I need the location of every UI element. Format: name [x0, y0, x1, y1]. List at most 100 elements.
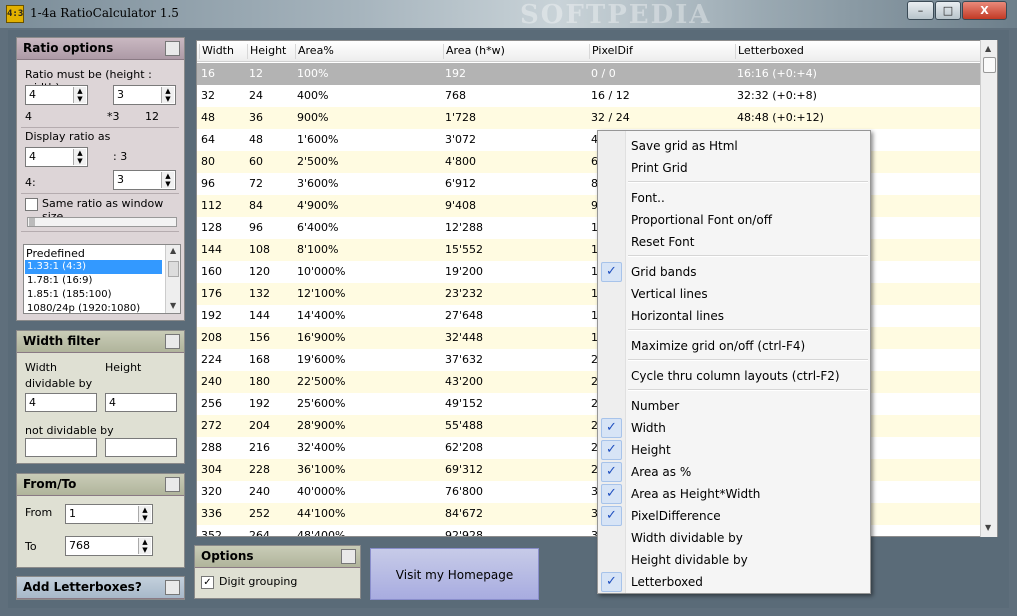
menu-item-save-grid-as-html[interactable]: Save grid as Html — [631, 139, 738, 153]
table-row[interactable]: 32 24 400% 768 16 / 12 32:32 (+0:+8) — [197, 85, 980, 107]
width-dividable-input[interactable]: 4 — [25, 393, 97, 412]
menu-item-area-as[interactable]: Area as % — [631, 465, 691, 479]
table-cell: 60 — [249, 155, 263, 168]
maximize-button[interactable]: □ — [935, 1, 961, 20]
column-header[interactable]: Area% — [295, 44, 334, 59]
menu-item-reset-font[interactable]: Reset Font — [631, 235, 694, 249]
menu-item-number[interactable]: Number — [631, 399, 679, 413]
column-header[interactable]: Letterboxed — [735, 44, 804, 59]
calc-c: 12 — [145, 110, 159, 123]
table-cell: 252 — [249, 507, 270, 520]
menu-item-horizontal-lines[interactable]: Horizontal lines — [631, 309, 724, 323]
menu-item-pixeldifference[interactable]: PixelDifference — [631, 509, 721, 523]
spinner-arrows-icon[interactable]: ▲ ▼ — [73, 87, 86, 103]
ratio-height-spinner[interactable]: 4 ▲ ▼ — [25, 85, 88, 105]
visit-homepage-button[interactable]: Visit my Homepage — [370, 548, 539, 600]
predefined-listbox[interactable]: Predefined 1.33:1 (4:3) 1.78:1 (16:9) 1.85… — [23, 244, 181, 314]
ratio-width-spinner[interactable]: 3 ▲ ▼ — [113, 85, 176, 105]
spinner-arrows-icon[interactable]: ▲ ▼ — [73, 149, 86, 165]
column-header[interactable]: PixelDif — [589, 44, 633, 59]
table-cell: 272 — [201, 419, 222, 432]
spinner-arrows-icon[interactable]: ▲ ▼ — [138, 506, 151, 522]
height-not-dividable-input[interactable] — [105, 438, 177, 457]
from-to-collapse-checkbox[interactable] — [165, 477, 180, 492]
table-cell: 48 — [249, 133, 263, 146]
table-cell: 72 — [249, 177, 263, 190]
table-cell: 208 — [201, 331, 222, 344]
table-cell: 19'200 — [445, 265, 484, 278]
table-cell: 400% — [297, 89, 329, 102]
menu-item-letterboxed[interactable]: Letterboxed — [631, 575, 703, 589]
minimize-button[interactable]: – — [907, 1, 934, 20]
ratio-slider[interactable] — [27, 217, 177, 227]
menu-item-proportional-font-on-off[interactable]: Proportional Font on/off — [631, 213, 772, 227]
table-cell: 176 — [201, 287, 222, 300]
table-row[interactable]: 48 36 900% 1'728 32 / 24 48:48 (+0:+12) — [197, 107, 980, 129]
predefined-item[interactable]: 1080/24p (1920:1080) — [25, 302, 162, 313]
grid-scrollbar[interactable]: ▲ ▼ — [980, 40, 997, 537]
table-cell: 16:16 (+0:+4) — [737, 67, 817, 80]
menu-item-area-as-height-width[interactable]: Area as Height*Width — [631, 487, 760, 501]
menu-item-maximize-grid-on-off-ctrl-f4[interactable]: Maximize grid on/off (ctrl-F4) — [631, 339, 805, 353]
menu-item-print-grid[interactable]: Print Grid — [631, 161, 688, 175]
table-cell: 180 — [249, 375, 270, 388]
table-row[interactable]: 16 12 100% 192 0 / 0 16:16 (+0:+4) — [197, 63, 980, 85]
digit-grouping-checkbox[interactable]: ✓ — [201, 576, 214, 589]
calc-a: 4 — [25, 110, 32, 123]
same-ratio-checkbox[interactable] — [25, 198, 38, 211]
close-button[interactable]: X — [962, 1, 1007, 20]
width-not-dividable-input[interactable] — [25, 438, 97, 457]
display-ratio-spinner[interactable]: 4 ▲ ▼ — [25, 147, 88, 167]
to-spinner[interactable]: 768 ▲ ▼ — [65, 536, 153, 556]
column-header[interactable]: Area (h*w) — [443, 44, 505, 59]
ratio-width-value: 3 — [117, 88, 124, 101]
width-filter-title: Width filter — [23, 334, 101, 348]
ratio-options-panel: Ratio options Ratio must be (height : wi… — [16, 37, 185, 321]
height-dividable-input[interactable]: 4 — [105, 393, 177, 412]
checkmark-icon: ✓ — [601, 418, 622, 438]
scroll-down-icon[interactable]: ▼ — [985, 523, 991, 532]
menu-item-width[interactable]: Width — [631, 421, 666, 435]
menu-item-grid-bands[interactable]: Grid bands — [631, 265, 696, 279]
table-cell: 6'400% — [297, 221, 339, 234]
spinner-arrows-icon[interactable]: ▲ ▼ — [161, 87, 174, 103]
menu-item-width-dividable-by[interactable]: Width dividable by — [631, 531, 743, 545]
predefined-scrollbar[interactable]: ▲ ▼ — [165, 245, 180, 313]
table-cell: 2'500% — [297, 155, 339, 168]
scroll-thumb[interactable] — [983, 57, 996, 73]
table-cell: 25'600% — [297, 397, 346, 410]
spinner-arrows-icon[interactable]: ▲ ▼ — [161, 172, 174, 188]
scroll-up-icon[interactable]: ▲ — [170, 246, 176, 255]
predefined-item[interactable]: 1.78:1 (16:9) — [25, 274, 162, 288]
window-title: 1-4a RatioCalculator 1.5 — [30, 6, 179, 20]
width-filter-collapse-checkbox[interactable] — [165, 334, 180, 349]
spinner-arrows-icon[interactable]: ▲ ▼ — [138, 538, 151, 554]
display-ratio-spinner-2[interactable]: 3 ▲ ▼ — [113, 170, 176, 190]
table-cell: 16 — [201, 67, 215, 80]
table-cell: 12 — [249, 67, 263, 80]
table-cell: 1'728 — [445, 111, 477, 124]
column-header[interactable]: Width — [199, 44, 234, 59]
menu-item-height[interactable]: Height — [631, 443, 671, 457]
table-cell: 240 — [249, 485, 270, 498]
menu-item-height-dividable-by[interactable]: Height dividable by — [631, 553, 748, 567]
menu-item-font[interactable]: Font.. — [631, 191, 665, 205]
options-collapse-checkbox[interactable] — [341, 549, 356, 564]
from-spinner[interactable]: 1 ▲ ▼ — [65, 504, 153, 524]
column-header[interactable]: Height — [247, 44, 286, 59]
predefined-item[interactable]: 1.33:1 (4:3) — [25, 260, 162, 274]
table-cell: 168 — [249, 353, 270, 366]
scroll-up-icon[interactable]: ▲ — [985, 44, 991, 53]
ratio-options-collapse-checkbox[interactable] — [165, 41, 180, 56]
scroll-down-icon[interactable]: ▼ — [170, 301, 176, 310]
letterboxes-collapse-checkbox[interactable] — [165, 580, 180, 595]
menu-separator — [628, 329, 868, 331]
table-cell: 144 — [201, 243, 222, 256]
table-cell: 19'600% — [297, 353, 346, 366]
title-bar[interactable]: 4:3 1-4a RatioCalculator 1.5 SOFTPEDIA –… — [0, 0, 1017, 30]
menu-item-cycle-thru-column-layouts-ctrl-f2[interactable]: Cycle thru column layouts (ctrl-F2) — [631, 369, 840, 383]
checkmark-icon: ✓ — [601, 572, 622, 592]
predefined-item[interactable]: 1.85:1 (185:100) — [25, 288, 162, 302]
menu-item-vertical-lines[interactable]: Vertical lines — [631, 287, 708, 301]
dividable-label: dividable by — [25, 377, 93, 390]
